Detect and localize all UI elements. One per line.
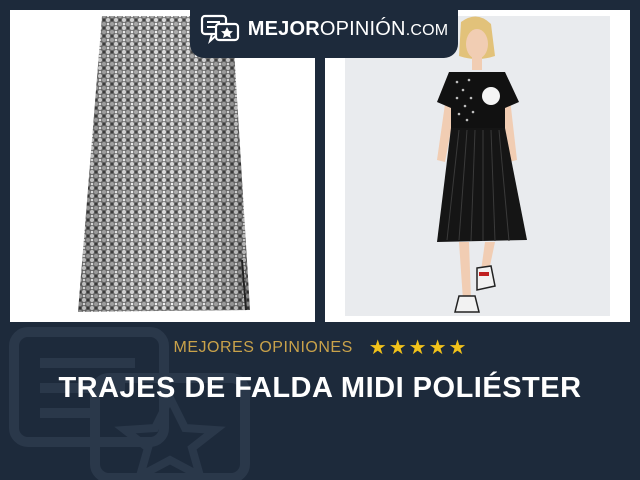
rating-row: MEJORES OPINIONES ★ ★ ★ ★ ★ [0, 338, 640, 358]
logo-wordmark: MEJOROPINIÓN.COM [248, 18, 449, 41]
logo-domain: .COM [405, 21, 449, 39]
star-icon: ★ [368, 337, 387, 359]
page-title: TRAJES DE FALDA MIDI POLIÉSTER [58, 372, 582, 404]
star-icon: ★ [408, 337, 427, 359]
logo-brand-bold: MEJOR [247, 17, 320, 40]
star-rating: ★ ★ ★ ★ ★ [369, 338, 467, 358]
rating-label: MEJORES OPINIONES [173, 339, 353, 356]
site-logo[interactable]: MEJOROPINIÓN.COM [190, 0, 458, 58]
star-icon: ★ [428, 337, 447, 359]
star-icon: ★ [448, 337, 467, 359]
logo-brand-regular: OPINIÓN [319, 17, 406, 40]
star-icon: ★ [388, 337, 407, 359]
review-bubble-icon [200, 14, 239, 44]
